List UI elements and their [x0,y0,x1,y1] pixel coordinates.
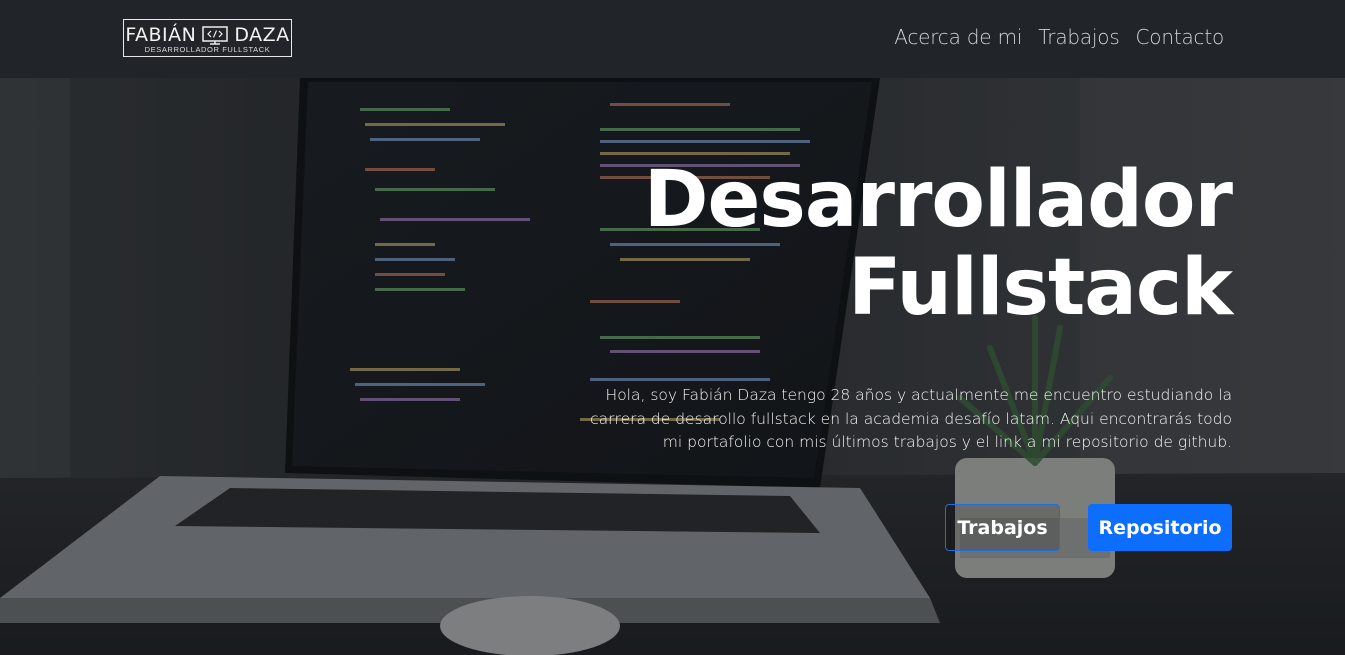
navbar: FABIÁN DAZA DESARROLLADOR FULLSTACK Acer… [0,0,1345,78]
code-monitor-icon [202,25,229,45]
logo-subtitle: DESARROLLADOR FULLSTACK [144,45,271,54]
logo-last-name: DAZA [234,24,290,46]
trabajos-button[interactable]: Trabajos [945,504,1060,551]
repositorio-button[interactable]: Repositorio [1088,504,1232,551]
nav-link-acerca[interactable]: Acerca de mi [894,25,1022,49]
page: FABIÁN DAZA DESARROLLADOR FULLSTACK Acer… [0,0,1345,655]
hero-title-line2: Fullstack [848,243,1233,333]
hero-title: Desarrollador Fullstack [643,155,1233,333]
logo-first-name: FABIÁN [125,24,197,46]
hero-section: Desarrollador Fullstack Hola, soy Fabián… [0,78,1345,655]
nav-link-trabajos[interactable]: Trabajos [1038,25,1120,49]
nav-link-contacto[interactable]: Contacto [1136,25,1225,49]
nav-links: Acerca de mi Trabajos Contacto [894,25,1224,49]
logo[interactable]: FABIÁN DAZA DESARROLLADOR FULLSTACK [123,19,292,57]
hero-title-line1: Desarrollador [643,155,1233,245]
logo-name: FABIÁN DAZA [124,24,291,46]
hero-description: Hola, soy Fabián Daza tengo 28 años y ac… [590,386,1232,451]
